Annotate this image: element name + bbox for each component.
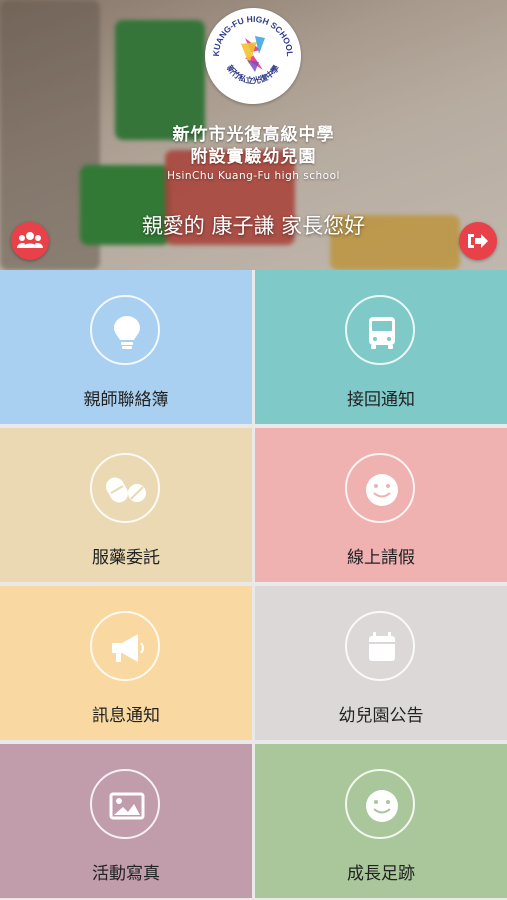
lightbulb-icon — [114, 316, 140, 349]
sign-out-icon — [468, 234, 488, 248]
icon-circle — [90, 453, 160, 523]
menu-item-photos[interactable]: 活動寫真 — [0, 744, 252, 898]
users-button[interactable] — [11, 222, 49, 260]
icon-circle — [345, 295, 415, 365]
menu-grid: 親師聯絡簿 接回通知 服藥委託 線上請假 訊息通知 幼兒園公告 活動寫真 成長足… — [0, 270, 507, 900]
menu-item-contact-book[interactable]: 親師聯絡簿 — [0, 270, 252, 424]
icon-circle — [90, 611, 160, 681]
icon-circle — [90, 295, 160, 365]
smile-icon — [366, 790, 398, 822]
menu-item-label: 訊息通知 — [92, 706, 160, 726]
sign-out-button[interactable] — [459, 222, 497, 260]
school-logo: KUANG-FU HIGH SCHOOL 新竹私立光復中學 — [205, 8, 301, 104]
icon-circle — [345, 611, 415, 681]
greeting-text: 親愛的 康子謙 家長您好 — [141, 214, 366, 238]
menu-item-label: 服藥委託 — [92, 548, 160, 568]
menu-item-medication[interactable]: 服藥委託 — [0, 428, 252, 582]
icon-circle — [345, 453, 415, 523]
menu-item-growth-record[interactable]: 成長足跡 — [255, 744, 507, 898]
menu-item-label: 幼兒園公告 — [338, 706, 424, 726]
menu-item-label: 線上請假 — [347, 548, 415, 568]
icon-circle — [345, 769, 415, 839]
image-icon — [109, 792, 145, 820]
kuangfu-emblem-icon: KUANG-FU HIGH SCHOOL 新竹私立光復中學 — [207, 10, 299, 102]
users-icon — [17, 232, 43, 248]
header-banner: KUANG-FU HIGH SCHOOL 新竹私立光復中學 新竹市光復高級中學 … — [0, 0, 507, 270]
menu-item-online-leave[interactable]: 線上請假 — [255, 428, 507, 582]
menu-item-label: 親師聯絡簿 — [83, 390, 169, 410]
school-name-line2: 附設實驗幼兒園 — [190, 147, 317, 167]
menu-item-label: 成長足跡 — [347, 864, 415, 884]
icon-circle — [90, 769, 160, 839]
bus-icon — [369, 317, 395, 349]
menu-item-label: 接回通知 — [347, 390, 415, 410]
menu-item-announcements[interactable]: 幼兒園公告 — [255, 586, 507, 740]
smile-icon — [366, 474, 398, 506]
menu-item-label: 活動寫真 — [92, 864, 160, 884]
school-name-en: HsinChu Kuang-Fu high school — [167, 170, 340, 182]
menu-item-messages[interactable]: 訊息通知 — [0, 586, 252, 740]
megaphone-icon — [112, 634, 144, 662]
calendar-icon — [369, 632, 395, 661]
menu-item-pickup-notice[interactable]: 接回通知 — [255, 270, 507, 424]
pills-icon — [106, 477, 146, 503]
